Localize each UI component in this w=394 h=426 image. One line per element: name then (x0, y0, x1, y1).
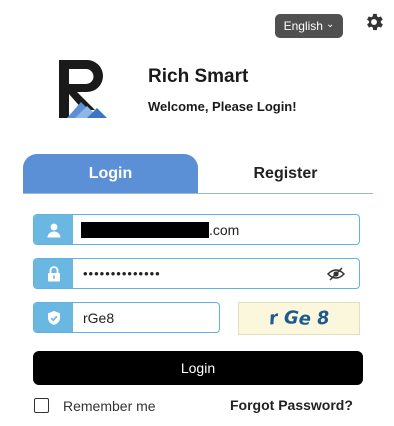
chevron-down-icon: ⌄ (325, 19, 335, 30)
captcha-input: rGe8 (83, 309, 115, 326)
rs-logo (59, 60, 107, 118)
eye-slash-icon[interactable] (327, 267, 345, 281)
remember-me-checkbox[interactable] (34, 398, 49, 413)
gear-icon[interactable] (363, 11, 385, 33)
welcome-text: Welcome, Please Login! (148, 99, 297, 114)
tab-login[interactable]: Login (23, 154, 198, 193)
captcha-char: 8 (315, 307, 331, 330)
forgot-password-link[interactable]: Forgot Password? (230, 397, 353, 413)
tab-divider (23, 193, 373, 194)
captcha-field[interactable]: rGe8 (33, 302, 220, 333)
captcha-char: Ge (282, 307, 312, 330)
password-field[interactable]: •••••••••••••• (33, 258, 360, 289)
tab-login-label: Login (88, 164, 133, 182)
password-input: •••••••••••••• (83, 266, 161, 281)
redacted-username (81, 221, 209, 238)
remember-me-label: Remember me (63, 398, 156, 414)
user-icon (34, 215, 73, 244)
tab-register-label: Register (253, 164, 318, 182)
shield-icon (34, 303, 73, 332)
language-selector[interactable]: English ⌄ (275, 14, 343, 38)
captcha-char: r (267, 307, 280, 330)
login-button[interactable]: Login (33, 351, 363, 385)
language-label: English (283, 19, 323, 33)
username-field[interactable]: .com (33, 214, 360, 245)
lock-icon (34, 259, 73, 288)
username-suffix: .com (209, 221, 240, 238)
captcha-image[interactable]: r Ge 8 (238, 302, 360, 335)
tab-register[interactable]: Register (198, 154, 373, 193)
app-title: Rich Smart (148, 66, 249, 87)
login-button-label: Login (180, 360, 216, 376)
